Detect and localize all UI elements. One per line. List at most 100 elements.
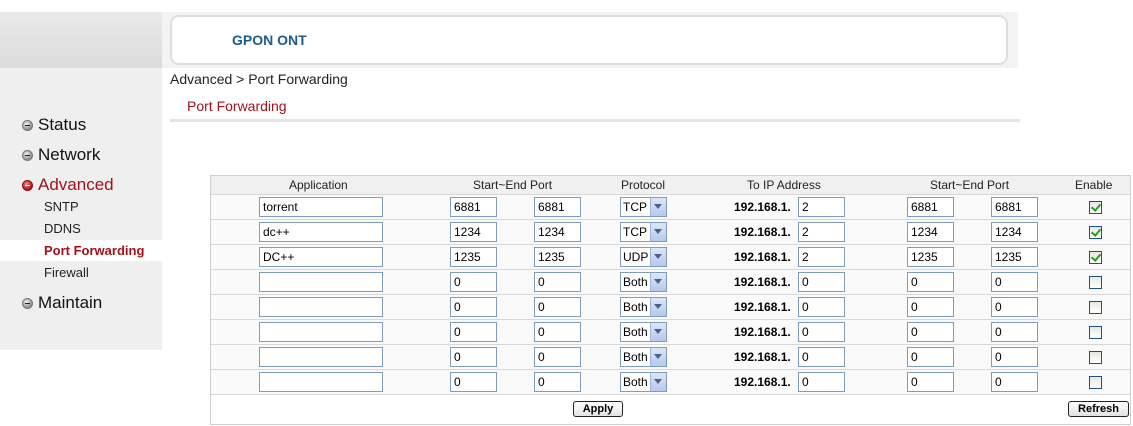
ext-start-port-input[interactable]: 6881 xyxy=(450,197,497,217)
int-start-port-input[interactable]: 0 xyxy=(907,372,954,392)
protocol-select[interactable]: Both xyxy=(620,347,667,367)
ip-last-octet-input[interactable]: 0 xyxy=(798,272,845,292)
ext-end-port-input[interactable]: 6881 xyxy=(534,197,581,217)
ip-last-octet-input[interactable]: 0 xyxy=(798,322,845,342)
protocol-select[interactable]: Both xyxy=(620,272,667,292)
int-start-port-input[interactable]: 0 xyxy=(907,297,954,317)
int-start-port-input[interactable]: 0 xyxy=(907,272,954,292)
enable-checkbox[interactable] xyxy=(1089,301,1102,314)
nav-sub-firewall[interactable]: Firewall xyxy=(44,265,89,280)
enable-checkbox[interactable] xyxy=(1089,201,1102,214)
int-end-port-input[interactable]: 0 xyxy=(991,372,1038,392)
protocol-select[interactable]: Both xyxy=(620,372,667,392)
ext-start-port-input[interactable]: 1234 xyxy=(450,222,497,242)
chevron-down-icon xyxy=(650,223,666,241)
ext-start-port-input[interactable]: 0 xyxy=(450,372,497,392)
table-row: 0 0 Both 192.168.1. 0 0 0 xyxy=(211,295,1130,320)
ip-last-octet-input[interactable]: 2 xyxy=(798,222,845,242)
table-row: 0 0 Both 192.168.1. 0 0 0 xyxy=(211,370,1130,395)
ext-end-port-input[interactable]: 0 xyxy=(534,322,581,342)
int-start-port-input[interactable]: 1234 xyxy=(907,222,954,242)
nav-sub-ddns[interactable]: DDNS xyxy=(44,221,81,236)
nav-maintain[interactable]: Maintain xyxy=(22,293,102,313)
ip-prefix: 192.168.1. xyxy=(734,300,791,314)
int-end-port-input[interactable]: 0 xyxy=(991,322,1038,342)
port-forwarding-table: Application Start~End Port Protocol To I… xyxy=(210,175,1131,425)
application-input[interactable] xyxy=(259,297,383,317)
enable-checkbox[interactable] xyxy=(1089,226,1102,239)
ext-start-port-input[interactable]: 0 xyxy=(450,347,497,367)
enable-checkbox[interactable] xyxy=(1089,351,1102,364)
apply-button[interactable]: Apply xyxy=(573,401,623,417)
top-left-band xyxy=(0,12,162,68)
int-start-port-input[interactable]: 6881 xyxy=(907,197,954,217)
breadcrumb: Advanced > Port Forwarding xyxy=(170,71,348,87)
int-end-port-input[interactable]: 0 xyxy=(991,347,1038,367)
nav-network[interactable]: Network xyxy=(22,145,100,165)
int-end-port-input[interactable]: 0 xyxy=(991,272,1038,292)
int-end-port-input[interactable]: 6881 xyxy=(991,197,1038,217)
table-row: torrent 6881 6881 TCP 192.168.1. 2 6881 6881 xyxy=(211,195,1130,220)
ext-start-port-input[interactable]: 0 xyxy=(450,272,497,292)
protocol-select[interactable]: Both xyxy=(620,297,667,317)
protocol-select[interactable]: TCP xyxy=(620,197,667,217)
nav-sub-sntp[interactable]: SNTP xyxy=(44,199,79,214)
ext-end-port-input[interactable]: 0 xyxy=(534,347,581,367)
chevron-down-icon xyxy=(650,323,666,341)
table-row: DC++ 1235 1235 UDP 192.168.1. 2 1235 1235 xyxy=(211,245,1130,270)
int-end-port-input[interactable]: 1234 xyxy=(991,222,1038,242)
nav-network-label: Network xyxy=(38,145,101,164)
header-start-end-port: Start~End Port xyxy=(473,178,553,192)
protocol-select[interactable]: UDP xyxy=(620,247,667,267)
application-input[interactable]: torrent xyxy=(259,197,383,217)
ip-prefix: 192.168.1. xyxy=(734,350,791,364)
application-input[interactable]: dc++ xyxy=(259,222,383,242)
int-end-port-input[interactable]: 0 xyxy=(991,297,1038,317)
protocol-value: TCP xyxy=(623,200,647,214)
enable-checkbox[interactable] xyxy=(1089,276,1102,289)
chevron-down-icon xyxy=(650,298,666,316)
application-input[interactable]: DC++ xyxy=(259,247,383,267)
chevron-down-icon xyxy=(650,348,666,366)
ip-last-octet-input[interactable]: 2 xyxy=(798,197,845,217)
table-row: 0 0 Both 192.168.1. 0 0 0 xyxy=(211,345,1130,370)
ip-last-octet-input[interactable]: 2 xyxy=(798,247,845,267)
header-title: GPON ONT xyxy=(232,32,307,48)
chevron-down-icon xyxy=(650,373,666,391)
ext-end-port-input[interactable]: 1235 xyxy=(534,247,581,267)
ext-start-port-input[interactable]: 1235 xyxy=(450,247,497,267)
nav-status[interactable]: Status xyxy=(22,115,86,135)
ext-end-port-input[interactable]: 0 xyxy=(534,272,581,292)
nav-advanced-label: Advanced xyxy=(38,175,114,194)
ip-last-octet-input[interactable]: 0 xyxy=(798,372,845,392)
ext-start-port-input[interactable]: 0 xyxy=(450,322,497,342)
protocol-value: Both xyxy=(623,300,648,314)
application-input[interactable] xyxy=(259,272,383,292)
ip-last-octet-input[interactable]: 0 xyxy=(798,297,845,317)
ext-end-port-input[interactable]: 1234 xyxy=(534,222,581,242)
protocol-select[interactable]: Both xyxy=(620,322,667,342)
protocol-value: Both xyxy=(623,350,648,364)
int-start-port-input[interactable]: 0 xyxy=(907,347,954,367)
expand-icon xyxy=(22,119,33,131)
nav-sub-port-forwarding[interactable]: Port Forwarding xyxy=(44,243,144,258)
int-start-port-input[interactable]: 1235 xyxy=(907,247,954,267)
enable-checkbox[interactable] xyxy=(1089,376,1102,389)
ext-start-port-input[interactable]: 0 xyxy=(450,297,497,317)
ip-last-octet-input[interactable]: 0 xyxy=(798,347,845,367)
int-start-port-input[interactable]: 0 xyxy=(907,322,954,342)
table-row: dc++ 1234 1234 TCP 192.168.1. 2 1234 1234 xyxy=(211,220,1130,245)
enable-checkbox[interactable] xyxy=(1089,251,1102,264)
nav-advanced[interactable]: Advanced xyxy=(22,175,114,195)
nav-maintain-label: Maintain xyxy=(38,293,103,312)
ext-end-port-input[interactable]: 0 xyxy=(534,297,581,317)
protocol-select[interactable]: TCP xyxy=(620,222,667,242)
refresh-button[interactable]: Refresh xyxy=(1068,401,1129,417)
int-end-port-input[interactable]: 1235 xyxy=(991,247,1038,267)
application-input[interactable] xyxy=(259,347,383,367)
ext-end-port-input[interactable]: 0 xyxy=(534,372,581,392)
application-input[interactable] xyxy=(259,322,383,342)
enable-checkbox[interactable] xyxy=(1089,326,1102,339)
application-input[interactable] xyxy=(259,372,383,392)
table-row: 0 0 Both 192.168.1. 0 0 0 xyxy=(211,320,1130,345)
